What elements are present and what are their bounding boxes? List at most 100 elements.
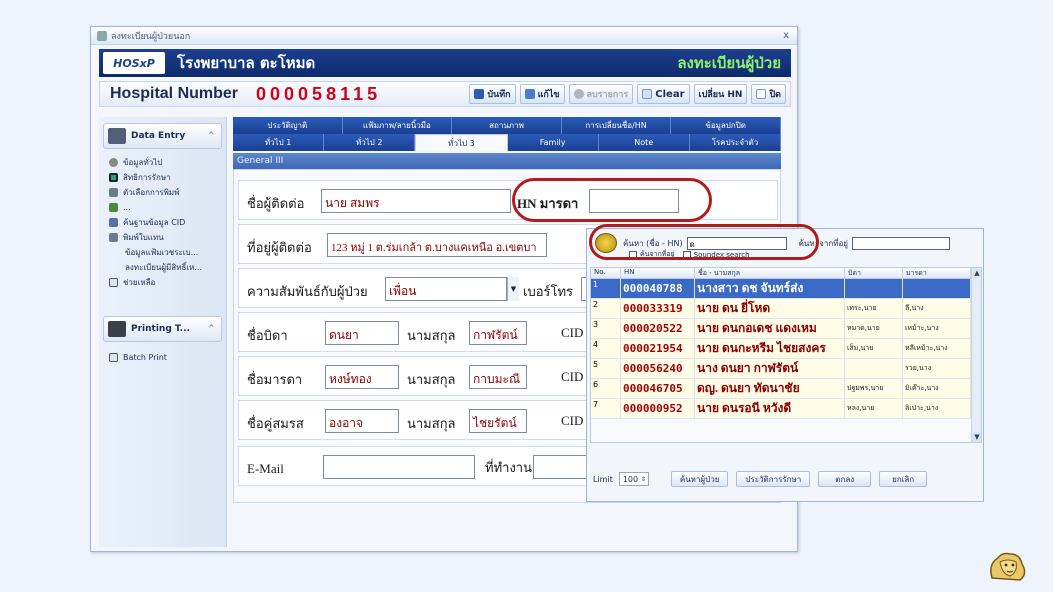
tab-family[interactable]: Family <box>507 134 599 151</box>
limit-spinner[interactable]: 100 ⇕ <box>618 472 649 486</box>
sidebar-item-help[interactable]: ช่วยเหลือ <box>99 275 226 290</box>
ok-button[interactable]: ตกลง <box>818 471 872 487</box>
lion-mascot-icon <box>990 552 1026 581</box>
group-title: General III <box>233 153 781 169</box>
sidebar-item-batch-print[interactable]: Batch Print <box>99 350 226 365</box>
edit-icon <box>524 89 535 99</box>
col-mother[interactable]: มารดา <box>903 268 971 278</box>
table-row[interactable]: 4 000021954 นาย ดนกะหรีม ไชยสงคร เส็ม,นา… <box>591 339 981 359</box>
help-icon <box>109 278 118 287</box>
more-icon <box>109 203 118 212</box>
tab-relatives[interactable]: ประวัติญาติ <box>233 117 343 134</box>
save-icon <box>474 89 485 99</box>
table-row[interactable]: 1 000040788 นางสาว ดช จันทร์ส่ง <box>591 279 981 299</box>
table-row[interactable]: 5 000056240 นาง ดนยา กาฬรัตน์ รวย,นาง <box>591 359 981 379</box>
change-hn-button[interactable]: เปลี่ยน HN <box>693 84 748 104</box>
sidebar-item-rights[interactable]: สิทธิการรักษา <box>99 170 226 185</box>
sidebar-item-general[interactable]: ข้อมูลทั่วไป <box>99 155 226 170</box>
col-no[interactable]: No. <box>591 268 621 278</box>
father-surname-label: นามสกุล <box>407 328 456 343</box>
sidebar-item-cid-search[interactable]: ค้นฐานข้อมูล CID <box>99 215 226 230</box>
hospital-name: โรงพยาบาล ตะโหมด <box>177 54 316 72</box>
spouse-name-input[interactable]: องอาจ <box>325 409 399 433</box>
table-row[interactable]: 3 000020522 นาย ดนกอเดช แดงเหม หมาด,นาย … <box>591 319 981 339</box>
treatment-history-button[interactable]: ประวัติการรักษา <box>736 471 811 487</box>
print-option-icon <box>109 188 118 197</box>
cancel-button[interactable]: ยกเลิก <box>879 471 928 487</box>
delete-button[interactable]: ลบรายการ <box>568 84 634 104</box>
tab-note[interactable]: Note <box>598 134 690 151</box>
delete-icon <box>573 89 584 99</box>
father-surname-input[interactable]: กาฬรัตน์ <box>469 321 527 345</box>
sidebar-item-more[interactable]: ... <box>99 200 226 215</box>
close-icon[interactable]: x <box>783 30 789 41</box>
tab-confidential[interactable]: ข้อมูลปกปิด <box>671 117 781 134</box>
relation-label: ความสัมพันธ์กับผู้ป่วย <box>247 284 368 299</box>
tab-photo-fingerprint[interactable]: แฟ้มภาพ/ลายนิ้วมือ <box>342 117 453 134</box>
hn-bar: Hospital Number 000058115 บันทึก แก้ไข ล… <box>99 81 791 107</box>
contact-label: ชื่อผู้ติดต่อ <box>247 196 305 211</box>
table-row[interactable]: 2 000033319 นาย ดน ยี่โหด เทระ,นาย ลี,นา… <box>591 299 981 319</box>
batch-print-icon <box>109 353 118 362</box>
save-button[interactable]: บันทึก <box>469 84 516 104</box>
popup-footer: Limit 100 ⇕ ค้นหาผู้ป่วย ประวัติการรักษา … <box>593 471 928 487</box>
printing-header[interactable]: Printing T... ⌃ <box>103 316 222 342</box>
father-label: ชื่อบิดา <box>247 328 288 343</box>
chevron-down-icon[interactable]: ▼ <box>507 277 519 301</box>
tab-general-3[interactable]: ทั่วไป 3 <box>415 134 508 151</box>
col-hn[interactable]: HN <box>621 268 695 278</box>
edit-button[interactable]: แก้ไข <box>519 84 565 104</box>
col-name[interactable]: ชื่อ - นามสกุล <box>695 268 845 278</box>
spouse-surname-label: นามสกุล <box>407 416 456 431</box>
sidebar: Data Entry ⌃ ข้อมูลทั่วไป สิทธิการรักษา … <box>99 117 227 547</box>
address-label: ที่อยู่ผู้ติดต่อ <box>247 240 312 255</box>
father-name-input[interactable]: ดนยา <box>325 321 399 345</box>
chevron-up-icon[interactable]: ▲ <box>972 268 981 278</box>
data-entry-icon <box>108 128 126 144</box>
printer-icon <box>108 321 126 337</box>
address-search-input[interactable] <box>851 236 950 250</box>
data-entry-header[interactable]: Data Entry ⌃ <box>103 123 222 149</box>
sidebar-item-reprint[interactable]: พิมพ์ใบแทน <box>99 230 226 245</box>
email-label: E-Mail <box>247 461 284 476</box>
grid-scrollbar[interactable]: ▲ ▼ <box>971 268 981 442</box>
find-patient-button[interactable]: ค้นหาผู้ป่วย <box>670 471 729 487</box>
hosxp-logo: HOSxP <box>103 52 165 74</box>
exit-button[interactable]: ปิด <box>751 84 786 104</box>
mother-surname-input[interactable]: กาบมะณี <box>469 365 527 389</box>
father-cid-label: CID <box>561 325 584 340</box>
tab-chronic-disease[interactable]: โรคประจำตัว <box>689 134 782 151</box>
page-title: ลงทะเบียนผู้ป่วย <box>677 54 781 72</box>
sidebar-item-medical-records[interactable]: ข้อมูลแฟ้มเวชระเบ... <box>99 245 226 260</box>
mother-name-input[interactable]: หงษ์ทอง <box>325 365 399 389</box>
sidebar-item-register-rights[interactable]: ลงทะเบียนผู้มีสิทธิ์เห... <box>99 260 226 275</box>
mother-cid-label: CID <box>561 369 584 384</box>
tab-general-2[interactable]: ทั่วไป 2 <box>324 134 416 151</box>
slide-background: ลงทะเบียนผู้ป่วยนอก x HOSxP โรงพยาบาล ตะ… <box>0 0 1053 592</box>
relation-select[interactable]: เพื่อน <box>385 277 507 301</box>
sidebar-item-print-options[interactable]: ตัวเลือกการพิมพ์ <box>99 185 226 200</box>
workplace-input[interactable] <box>533 455 593 479</box>
address-input[interactable]: 123 หมู่ 1 ต.ร่มเกล้า ต.บางแคเหนือ อ.เขต… <box>327 233 547 257</box>
user-icon <box>109 158 118 167</box>
col-father[interactable]: บิดา <box>845 268 903 278</box>
table-row[interactable]: 7 000000952 นาย ดนรอนี หวังดี หลง,นาย ลิ… <box>591 399 981 419</box>
callout-highlight-search <box>589 224 819 260</box>
tab-status[interactable]: สถานภาพ <box>452 117 562 134</box>
chevron-down-icon[interactable]: ▼ <box>972 432 981 442</box>
table-row[interactable]: 6 000046705 ดญ. ดนยา ทัดนาชัย ปฐมพร,นาย … <box>591 379 981 399</box>
tab-general-1[interactable]: ทั่วไป 1 <box>233 134 325 151</box>
result-grid: No. HN ชื่อ - นามสกุล บิดา มารดา 1 00004… <box>590 267 982 443</box>
spouse-label: ชื่อคู่สมรส <box>247 416 304 431</box>
hn-value: 000058115 <box>256 83 382 104</box>
print-icon <box>109 233 118 242</box>
tab-name-change[interactable]: การเปลี่ยนชื่อ/HN <box>561 117 672 134</box>
mother-label: ชื่อมารดา <box>247 372 303 387</box>
clear-button[interactable]: Clear <box>637 84 690 104</box>
spouse-surname-input[interactable]: ไชยรัตน์ <box>469 409 527 433</box>
contact-input[interactable]: นาย สมพร <box>321 189 511 213</box>
limit-label: Limit <box>593 474 613 484</box>
collapse-icon[interactable]: ⌃ <box>207 324 215 334</box>
collapse-icon[interactable]: ⌃ <box>207 131 215 141</box>
email-input[interactable] <box>323 455 475 479</box>
